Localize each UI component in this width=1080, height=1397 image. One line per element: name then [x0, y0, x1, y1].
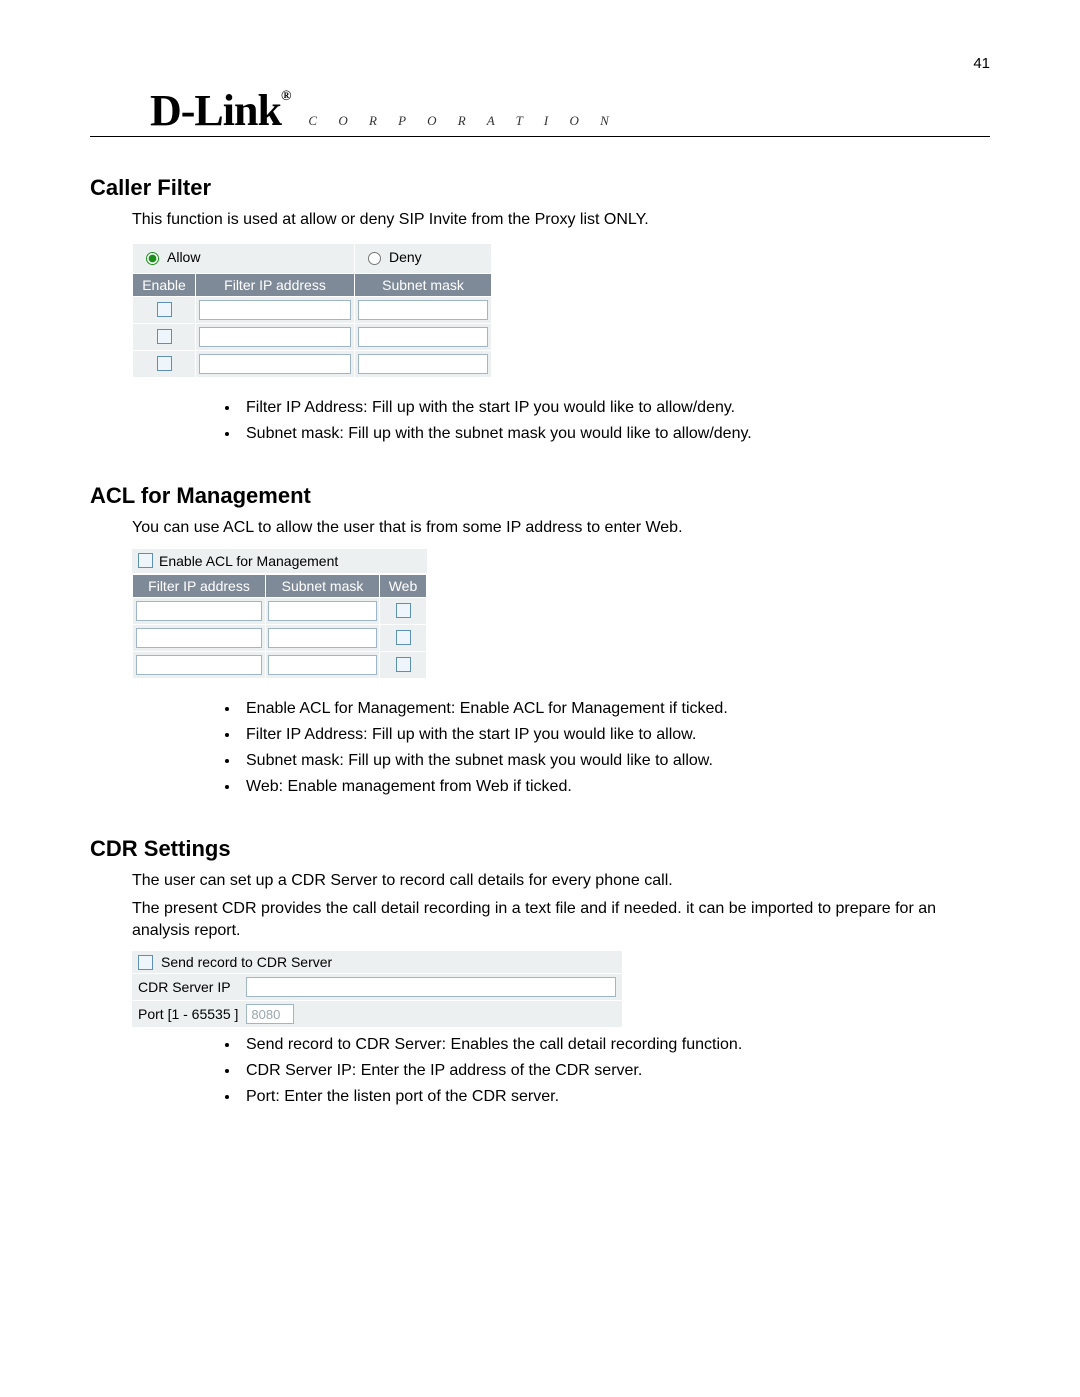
cdr-ip-label: CDR Server IP	[138, 979, 238, 995]
cdr-port-input[interactable]	[246, 1004, 294, 1024]
table-row	[133, 323, 492, 350]
acl-table-wrap: Enable ACL for Management Filter IP addr…	[132, 549, 427, 679]
filter-ip-input[interactable]	[199, 354, 351, 374]
send-cdr-checkbox[interactable]	[138, 955, 153, 970]
cdr-intro-2: The present CDR provides the call detail…	[132, 898, 990, 941]
cdr-port-label: Port [1 - 65535 ]	[138, 1006, 238, 1022]
col-filter-ip: Filter IP address	[133, 574, 266, 597]
enable-checkbox[interactable]	[157, 356, 172, 371]
list-item: Subnet mask: Fill up with the subnet mas…	[240, 749, 990, 772]
brand-logo: D-Link®	[150, 85, 290, 136]
cdr-bullets: Send record to CDR Server: Enables the c…	[200, 1033, 990, 1109]
filter-ip-input[interactable]	[136, 628, 263, 648]
caller-filter-table: Allow Deny Enable Filter IP address Subn…	[132, 243, 492, 378]
table-row	[133, 296, 492, 323]
cdr-intro-1: The user can set up a CDR Server to reco…	[132, 870, 990, 892]
table-row	[133, 624, 427, 651]
cdr-heading: CDR Settings	[90, 836, 990, 862]
subnet-mask-input[interactable]	[358, 327, 489, 347]
table-row	[133, 651, 427, 678]
enable-acl-checkbox[interactable]	[138, 553, 153, 568]
list-item: Send record to CDR Server: Enables the c…	[240, 1033, 990, 1056]
col-subnet-mask: Subnet mask	[355, 273, 492, 296]
deny-radio-label[interactable]: Deny	[363, 249, 422, 265]
enable-checkbox[interactable]	[157, 329, 172, 344]
page-header: D-Link® C O R P O R A T I O N	[90, 85, 990, 137]
list-item: Filter IP Address: Fill up with the star…	[240, 396, 990, 419]
caller-filter-heading: Caller Filter	[90, 175, 990, 201]
brand-tagline: C O R P O R A T I O N	[308, 113, 617, 129]
send-cdr-label: Send record to CDR Server	[161, 954, 332, 970]
subnet-mask-input[interactable]	[358, 354, 489, 374]
table-row	[133, 597, 427, 624]
table-row	[133, 350, 492, 377]
col-subnet-mask: Subnet mask	[266, 574, 380, 597]
subnet-mask-input[interactable]	[268, 628, 376, 648]
col-enable: Enable	[133, 273, 196, 296]
list-item: Port: Enter the listen port of the CDR s…	[240, 1085, 990, 1108]
header-rule	[90, 136, 990, 137]
enable-acl-label: Enable ACL for Management	[159, 553, 338, 569]
cdr-settings-block: Send record to CDR Server CDR Server IP …	[132, 951, 622, 1027]
web-checkbox[interactable]	[396, 603, 411, 618]
subnet-mask-input[interactable]	[358, 300, 489, 320]
caller-filter-bullets: Filter IP Address: Fill up with the star…	[200, 396, 990, 445]
list-item: Subnet mask: Fill up with the subnet mas…	[240, 422, 990, 445]
acl-bullets: Enable ACL for Management: Enable ACL fo…	[200, 697, 990, 799]
filter-ip-input[interactable]	[136, 601, 263, 621]
list-item: CDR Server IP: Enter the IP address of t…	[240, 1059, 990, 1082]
acl-heading: ACL for Management	[90, 483, 990, 509]
list-item: Filter IP Address: Fill up with the star…	[240, 723, 990, 746]
allow-radio-label[interactable]: Allow	[141, 249, 200, 265]
web-checkbox[interactable]	[396, 630, 411, 645]
filter-ip-input[interactable]	[136, 655, 263, 675]
filter-ip-input[interactable]	[199, 327, 351, 347]
deny-radio[interactable]	[368, 252, 381, 265]
list-item: Enable ACL for Management: Enable ACL fo…	[240, 697, 990, 720]
subnet-mask-input[interactable]	[268, 601, 376, 621]
col-web: Web	[380, 574, 427, 597]
subnet-mask-input[interactable]	[268, 655, 376, 675]
web-checkbox[interactable]	[396, 657, 411, 672]
acl-intro: You can use ACL to allow the user that i…	[132, 517, 990, 539]
filter-ip-input[interactable]	[199, 300, 351, 320]
col-filter-ip: Filter IP address	[196, 273, 355, 296]
allow-radio[interactable]	[146, 252, 159, 265]
page-number: 41	[973, 55, 990, 72]
cdr-ip-input[interactable]	[246, 977, 616, 997]
enable-checkbox[interactable]	[157, 302, 172, 317]
caller-filter-intro: This function is used at allow or deny S…	[132, 209, 990, 231]
list-item: Web: Enable management from Web if ticke…	[240, 775, 990, 798]
